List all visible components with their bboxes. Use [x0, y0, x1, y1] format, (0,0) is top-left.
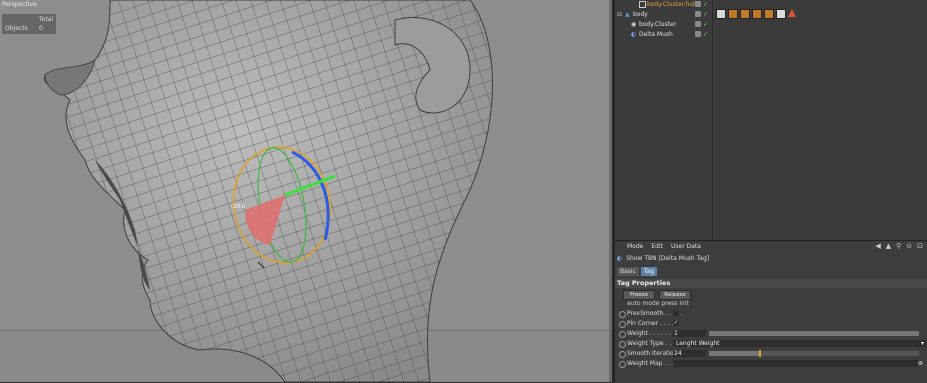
3d-viewport[interactable]: Perspective Total Objects 0 20.0	[0, 0, 612, 382]
null-object-icon	[639, 1, 646, 8]
hud-col-header: Total	[39, 16, 54, 23]
clear-link-icon[interactable]: ⊗	[918, 359, 923, 368]
enabled-check-icon[interactable]: ✓	[703, 10, 708, 19]
smooth-iteration-field[interactable]: 24	[673, 350, 706, 357]
attribute-tabs: Basic Tag	[617, 267, 658, 276]
lock-icon[interactable]: ⊙	[906, 242, 912, 250]
prev-smooth-checkbox[interactable]	[673, 310, 679, 316]
back-arrow-icon[interactable]: ◀	[875, 242, 880, 250]
column-separator	[712, 0, 713, 240]
warning-tag-icon[interactable]	[788, 9, 796, 17]
object-manager: body.Cluster.hull ✓ ⊟ ▲ body ✓ ◉ body.Cl…	[615, 0, 927, 240]
object-name: body.Cluster.hull	[647, 1, 697, 8]
tag-icon[interactable]	[764, 9, 774, 19]
weight-field[interactable]: 1	[673, 330, 706, 337]
weight-type-dropdown[interactable]: Lenght Weight ▾	[673, 340, 926, 347]
menu-user-data[interactable]: User Data	[671, 243, 701, 253]
slider-fill	[709, 351, 760, 356]
param-weight: Weight . . . . . . . . 1	[615, 329, 927, 338]
new-panel-icon[interactable]: ⊡	[917, 242, 923, 250]
enabled-check-icon[interactable]: ✓	[703, 0, 708, 9]
release-button[interactable]: Release	[659, 290, 691, 300]
info-text: auto mode press init	[627, 300, 689, 307]
weight-type-value: Lenght Weight	[676, 340, 720, 347]
animate-dot-icon[interactable]	[619, 341, 626, 348]
section-title: Tag Properties	[615, 279, 927, 288]
param-label: Weight Type . . . .	[627, 340, 679, 347]
object-row[interactable]: ◉ body.Cluster ✓	[615, 20, 927, 29]
param-pin-corner: Pin Corner . . . . . ✓	[615, 319, 927, 328]
enabled-check-icon[interactable]: ✓	[703, 30, 708, 39]
tag-icon[interactable]	[716, 9, 726, 19]
param-smooth-iteration: Smooth Iteration 24	[615, 349, 927, 358]
param-label: Weight . . . . . . . .	[627, 330, 679, 337]
menu-edit[interactable]: Edit	[651, 243, 663, 253]
object-header-text: Show TBN [Delta Mush Tag]	[626, 255, 710, 262]
animate-dot-icon[interactable]	[619, 311, 626, 318]
animate-dot-icon[interactable]	[619, 351, 626, 358]
tag-strip	[716, 9, 796, 19]
animate-dot-icon[interactable]	[619, 321, 626, 328]
pin-corner-checkbox[interactable]: ✓	[673, 320, 679, 326]
tag-icon[interactable]	[728, 9, 738, 19]
visibility-flag[interactable]	[695, 21, 701, 27]
param-weight-type: Weight Type . . . . Lenght Weight ▾	[615, 339, 927, 348]
param-weight-map: Weight Map . . . . . ⊗	[615, 359, 927, 368]
weight-map-link-field[interactable]	[673, 360, 918, 367]
deformer-icon: ◐	[631, 31, 637, 38]
slider-fill	[709, 331, 919, 336]
menu-mode[interactable]: Mode	[627, 243, 643, 253]
param-prev-smooth: PrevSmooth . . . . .	[615, 309, 927, 318]
viewport-label: Perspective	[2, 1, 37, 8]
attribute-manager: Mode Edit User Data ◀ ▲ ⚲ ⊙ ⊡ ◐ Show TBN…	[615, 240, 927, 383]
freeze-button[interactable]: Freeze	[623, 290, 655, 300]
object-row[interactable]: body.Cluster.hull ✓	[615, 0, 927, 9]
tag-icon[interactable]	[776, 9, 786, 19]
polygon-object-icon: ▲	[625, 11, 630, 18]
deformer-tag-icon: ◐	[617, 255, 623, 262]
animate-dot-icon[interactable]	[619, 361, 626, 368]
object-header: ◐ Show TBN [Delta Mush Tag]	[617, 255, 709, 262]
visibility-flag[interactable]	[695, 11, 701, 17]
object-row[interactable]: ◐ Delta Mush ✓	[615, 30, 927, 39]
enabled-check-icon[interactable]: ✓	[703, 20, 708, 29]
tab-basic[interactable]: Basic	[617, 267, 639, 276]
weight-slider[interactable]	[709, 331, 919, 336]
head-mesh-render	[0, 0, 612, 382]
animate-dot-icon[interactable]	[619, 331, 626, 338]
tab-tag[interactable]: Tag	[640, 267, 658, 276]
navigation-icons: ◀ ▲ ⚲ ⊙ ⊡	[875, 242, 923, 250]
object-name: body.Cluster	[639, 21, 677, 28]
tag-icon[interactable]	[752, 9, 762, 19]
visibility-flag[interactable]	[695, 1, 701, 7]
expand-icon[interactable]: ⊟	[617, 10, 622, 19]
cluster-icon: ◉	[631, 21, 637, 28]
slider-knob[interactable]	[759, 350, 762, 357]
chevron-down-icon: ▾	[920, 340, 924, 347]
hud-row-value: 0	[39, 25, 43, 32]
up-arrow-icon[interactable]: ▲	[886, 242, 891, 250]
object-name: Delta Mush	[639, 31, 673, 38]
param-label: Smooth Iteration	[627, 350, 678, 357]
object-name: body	[633, 11, 648, 18]
param-label: Pin Corner . . . . .	[627, 320, 678, 327]
tag-icon[interactable]	[740, 9, 750, 19]
hud-info: Total Objects 0	[2, 14, 57, 34]
hud-row-label: Objects	[5, 25, 28, 32]
gizmo-readout: 20.0	[233, 204, 246, 210]
visibility-flag[interactable]	[695, 31, 701, 37]
search-icon[interactable]: ⚲	[896, 242, 901, 250]
smooth-iteration-slider[interactable]	[709, 350, 919, 357]
